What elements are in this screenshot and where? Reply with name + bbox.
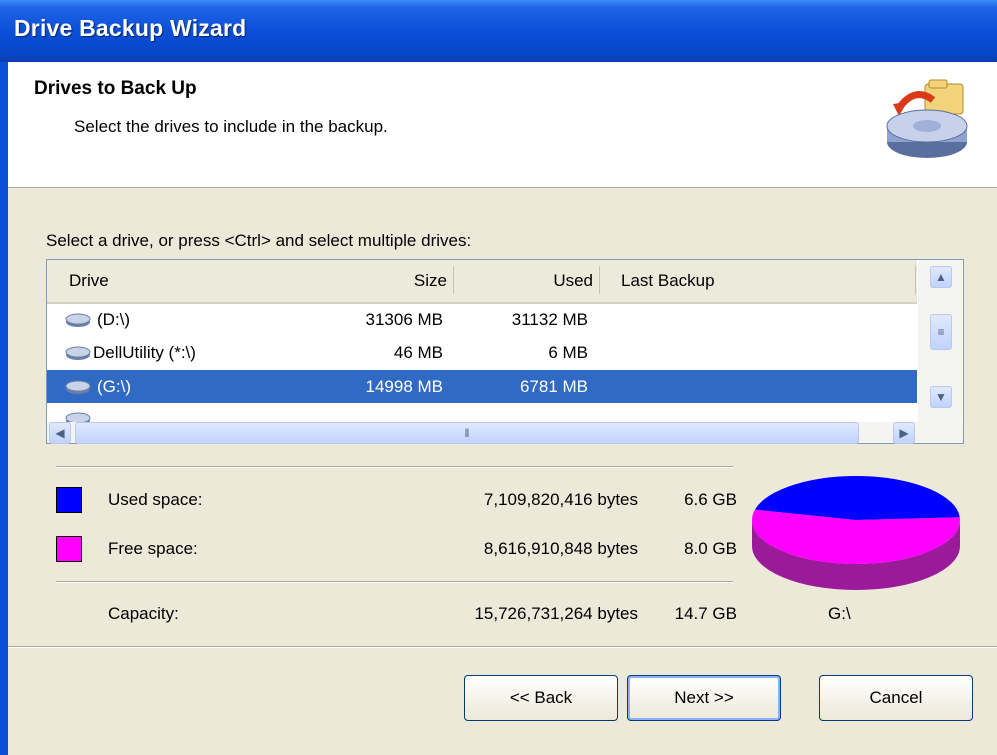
drive-size: 31306 MB	[365, 310, 444, 329]
scroll-thumb-horizontal[interactable]: ‖	[75, 422, 859, 444]
scroll-right-button[interactable]: ▶	[893, 422, 915, 444]
divider	[56, 466, 733, 468]
column-header-size[interactable]: Size	[387, 271, 447, 291]
scroll-thumb[interactable]: ≡	[930, 314, 952, 350]
capacity-bytes: 15,726,731,264 bytes	[474, 604, 638, 623]
drive-letter-label: G:\	[828, 604, 851, 623]
drive-name: (D:\)	[97, 310, 131, 329]
scroll-down-button[interactable]: ▼	[930, 386, 952, 408]
hard-drive-icon	[65, 412, 91, 422]
instructions-label: Select a drive, or press <Ctrl> and sele…	[46, 231, 472, 250]
wizard-header: Drives to Back Up Select the drives to i…	[8, 62, 997, 188]
used-space-size: 6.6 GB	[684, 490, 737, 509]
column-divider[interactable]	[599, 266, 600, 294]
page-subtitle: Select the drives to include in the back…	[74, 117, 388, 136]
column-divider[interactable]	[915, 266, 916, 294]
drive-backup-icon	[886, 79, 968, 158]
scroll-up-button[interactable]: ▲	[930, 266, 952, 288]
used-space-bytes: 7,109,820,416 bytes	[483, 490, 638, 509]
free-space-label: Free space:	[108, 539, 198, 558]
drive-size: 14998 MB	[365, 377, 444, 396]
used-space-swatch	[56, 487, 82, 513]
used-space-label: Used space:	[108, 490, 203, 509]
drive-size: 46 MB	[393, 343, 443, 362]
column-header-last-backup[interactable]: Last Backup	[621, 271, 715, 291]
title-bar[interactable]: Drive Backup Wizard	[0, 0, 997, 62]
drive-name: (G:\)	[97, 377, 131, 396]
page-title: Drives to Back Up	[34, 78, 197, 99]
hard-drive-icon	[65, 380, 91, 394]
free-space-bytes: 8,616,910,848 bytes	[483, 539, 638, 558]
table-row-selected[interactable]: (G:\) 14998 MB 6781 MB	[47, 370, 917, 403]
column-header-drive[interactable]: Drive	[69, 271, 109, 291]
drive-name: DellUtility (*:\)	[93, 343, 196, 362]
drive-used: 31132 MB	[511, 310, 588, 329]
divider	[56, 581, 733, 583]
free-space-size: 8.0 GB	[684, 539, 737, 558]
free-space-swatch	[56, 536, 82, 562]
hard-drive-icon	[65, 313, 91, 327]
table-row-partial[interactable]	[47, 407, 917, 422]
divider	[8, 646, 997, 648]
column-divider[interactable]	[453, 266, 454, 294]
drive-used: 6781 MB	[519, 377, 588, 396]
scroll-left-button[interactable]: ◀	[49, 422, 71, 444]
column-header-used[interactable]: Used	[527, 271, 593, 291]
hard-drive-icon	[65, 346, 91, 360]
drive-list[interactable]: Drive Size Used Last Backup (D:\) 31306 …	[46, 259, 964, 444]
next-button[interactable]: Next >>	[627, 675, 781, 721]
wizard-window: Drive Backup Wizard Drives to Back Up Se…	[0, 0, 997, 755]
table-row[interactable]: (D:\) 31306 MB 31132 MB	[47, 306, 917, 334]
drive-list-header: Drive Size Used Last Backup	[47, 260, 917, 304]
capacity-label: Capacity:	[108, 604, 179, 623]
cancel-button[interactable]: Cancel	[819, 675, 973, 721]
horizontal-scrollbar[interactable]: ◀ ‖ ▶	[47, 422, 963, 444]
drive-used: 6 MB	[548, 343, 588, 362]
window-border	[0, 62, 8, 755]
vertical-scrollbar[interactable]: ▲ ≡ ▼	[918, 260, 962, 422]
disk-usage-pie-chart	[752, 476, 960, 590]
capacity-size: 14.7 GB	[674, 604, 737, 623]
back-button[interactable]: << Back	[464, 675, 618, 721]
table-row[interactable]: DellUtility (*:\) 46 MB 6 MB	[47, 339, 917, 367]
window-title: Drive Backup Wizard	[14, 15, 247, 41]
